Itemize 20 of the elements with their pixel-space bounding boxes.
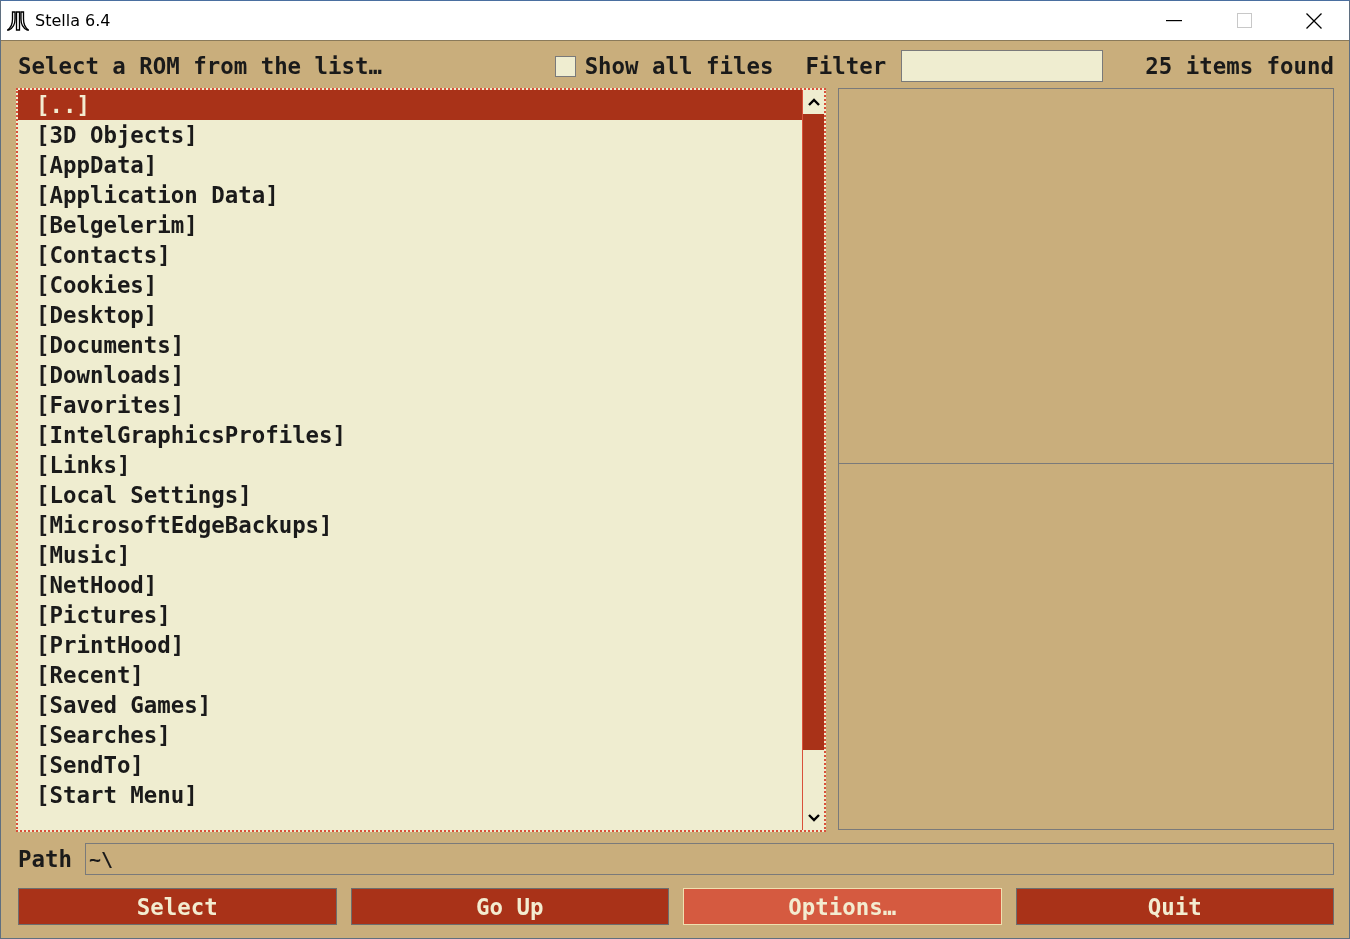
window-title: Stella 6.4 [35, 11, 111, 30]
scrollbar-thumb[interactable] [803, 114, 824, 750]
path-label: Path [18, 846, 73, 872]
filter-field[interactable] [901, 50, 1104, 82]
chevron-up-icon [807, 98, 820, 106]
item-count: 25 items found [1145, 53, 1334, 79]
checkbox[interactable] [554, 55, 576, 77]
checkbox-label: Show all files [584, 53, 774, 79]
filter-label: Filter [805, 53, 887, 79]
dialog-button[interactable]: Quit [1015, 888, 1334, 925]
dialog-button[interactable]: Go Up [350, 888, 669, 925]
app-logo-icon [7, 10, 29, 31]
file-list-item[interactable]: [..] [18, 90, 802, 120]
minimize-icon [1166, 19, 1182, 22]
close-icon [1306, 12, 1322, 29]
scrollbar-track[interactable] [802, 90, 824, 830]
chevron-down-icon [807, 814, 820, 822]
dialog-button[interactable]: Select [18, 888, 337, 925]
path-field[interactable]: ~\ [85, 843, 1334, 875]
dialog-heading: Select a ROM from the list… [18, 53, 383, 79]
